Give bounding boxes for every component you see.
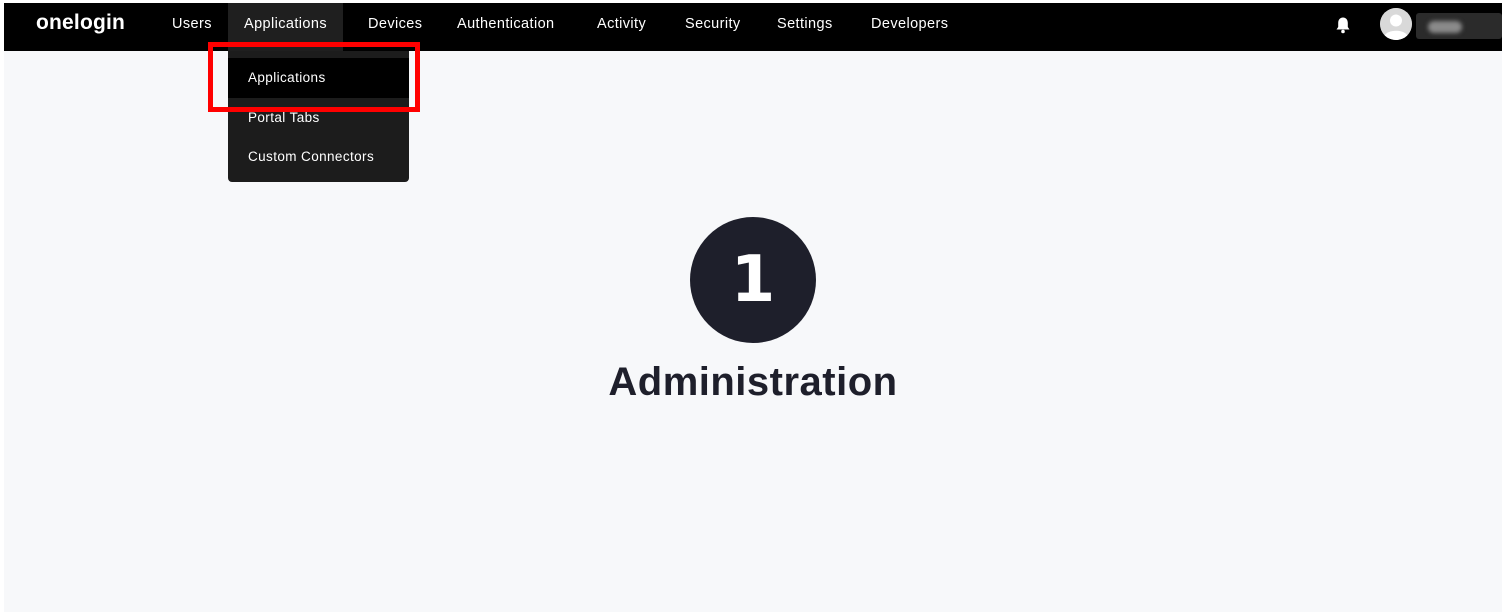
top-navigation-bar: onelogin Users Applications Devices Auth… [4, 3, 1502, 51]
menu-item-applications[interactable]: Applications [228, 58, 409, 98]
step-number-badge: 1 [690, 217, 816, 343]
applications-dropdown-menu: Applications Portal Tabs Custom Connecto… [228, 51, 409, 182]
nav-security[interactable]: Security [669, 3, 757, 51]
nav-applications[interactable]: Applications [228, 3, 343, 51]
page-title: Administration [608, 360, 898, 404]
avatar-icon[interactable] [1380, 8, 1412, 40]
user-name-redaction [1428, 21, 1462, 33]
nav-settings[interactable]: Settings [761, 3, 849, 51]
nav-developers[interactable]: Developers [855, 3, 964, 51]
menu-item-custom-connectors[interactable]: Custom Connectors [228, 137, 409, 177]
menu-item-portal-tabs[interactable]: Portal Tabs [228, 98, 409, 138]
nav-devices[interactable]: Devices [352, 3, 438, 51]
nav-users[interactable]: Users [156, 3, 228, 51]
bell-icon[interactable] [1335, 16, 1351, 34]
app-window: onelogin Users Applications Devices Auth… [4, 3, 1502, 612]
nav-activity[interactable]: Activity [581, 3, 662, 51]
nav-authentication[interactable]: Authentication [441, 3, 571, 51]
onelogin-logo[interactable]: onelogin [36, 11, 125, 35]
